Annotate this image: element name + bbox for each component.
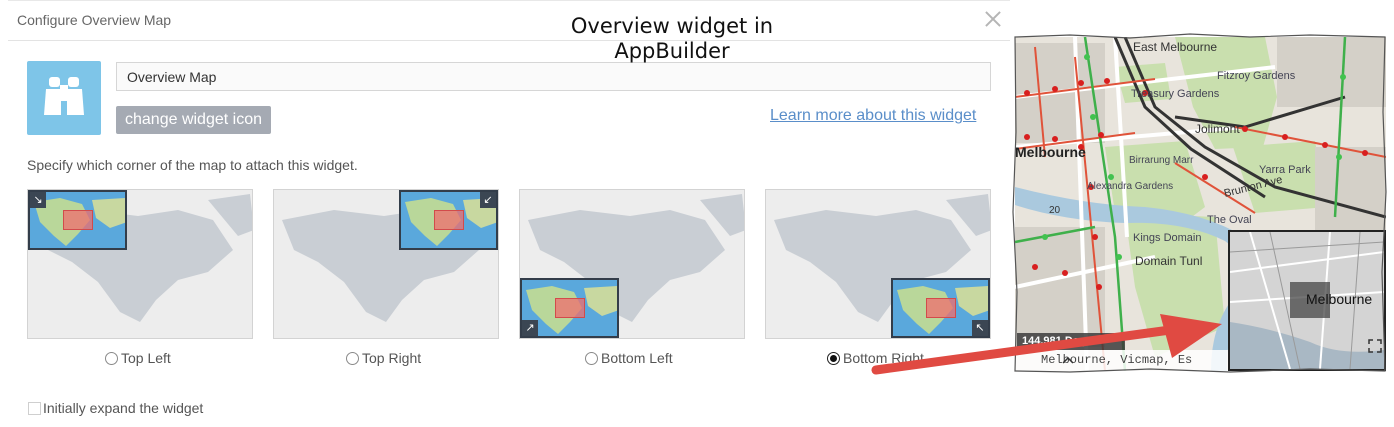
overview-preview: ↗ [520,278,619,338]
expand-checkbox[interactable] [28,401,41,415]
collapse-arrow-icon: ↘ [30,192,46,208]
map-label: Domain Tunl [1135,254,1202,268]
radio-button[interactable] [346,351,359,365]
widget-name-field[interactable] [116,62,991,91]
radio-label: Top Left [121,350,171,366]
change-widget-icon-button[interactable]: change widget icon [116,106,271,134]
corner-option-top-right[interactable]: ↙ [273,189,499,339]
widget-icon-tile[interactable] [27,61,101,135]
radio-button[interactable] [105,351,118,365]
map-label: Yarra Park [1259,164,1311,176]
overview-preview: ↘ [28,190,127,250]
radio-label: Top Right [362,350,422,366]
annotation-arrow-icon [871,314,1222,375]
expand-label: Initially expand the widget [43,400,204,416]
annotation-title-line: Overview widget in [570,14,774,38]
collapse-arrow-icon: ↗ [522,320,538,336]
radio-button-selected[interactable] [827,351,840,365]
dialog-title: Configure Overview Map [17,12,172,28]
corner-instruction: Specify which corner of the map to attac… [27,157,358,173]
overview-map: Melbourne [1230,232,1384,369]
overview-map-panel[interactable]: Melbourne [1228,230,1386,371]
initially-expand-option[interactable]: Initially expand the widget [28,400,203,416]
map-label: Melbourne [1015,144,1086,160]
radio-bottom-left[interactable]: Bottom Left [585,350,673,366]
map-label: The Oval [1207,214,1252,226]
radio-top-right[interactable]: Top Right [346,350,421,366]
radio-button[interactable] [585,351,598,365]
extent-box [63,210,93,230]
expand-icon[interactable] [1368,339,1382,353]
extent-box [434,210,464,230]
map-label: Treasury Gardens [1131,88,1220,100]
map-label: Birrarung Marr [1129,155,1194,166]
annotation-title: Overview widget in AppBuilder [560,14,784,64]
configure-overview-dialog: Configure Overview Map change widget ico… [0,0,1010,427]
route-label: 20 [1049,205,1061,216]
map-label: Jolimont [1195,122,1240,136]
radio-label: Bottom Left [601,350,673,366]
extent-box [555,298,585,318]
map-label: Alexandra Gardens [1087,181,1173,192]
overview-label: Melbourne [1306,291,1372,307]
corner-option-bottom-left[interactable]: ↗ [519,189,745,339]
map-label: Fitzroy Gardens [1217,70,1296,82]
close-icon[interactable] [984,10,1002,28]
map-label: Kings Domain [1133,232,1201,244]
collapse-arrow-icon: ↙ [480,192,496,208]
corner-option-top-left[interactable]: ↘ [27,189,253,339]
learn-more-link[interactable]: Learn more about this widget [770,107,976,125]
radio-top-left[interactable]: Top Left [105,350,171,366]
dialog-header: Configure Overview Map [8,0,1010,41]
map-label: East Melbourne [1133,40,1217,54]
binoculars-icon [44,77,84,115]
annotation-title-line: AppBuilder [614,39,730,63]
overview-preview: ↙ [399,190,498,250]
